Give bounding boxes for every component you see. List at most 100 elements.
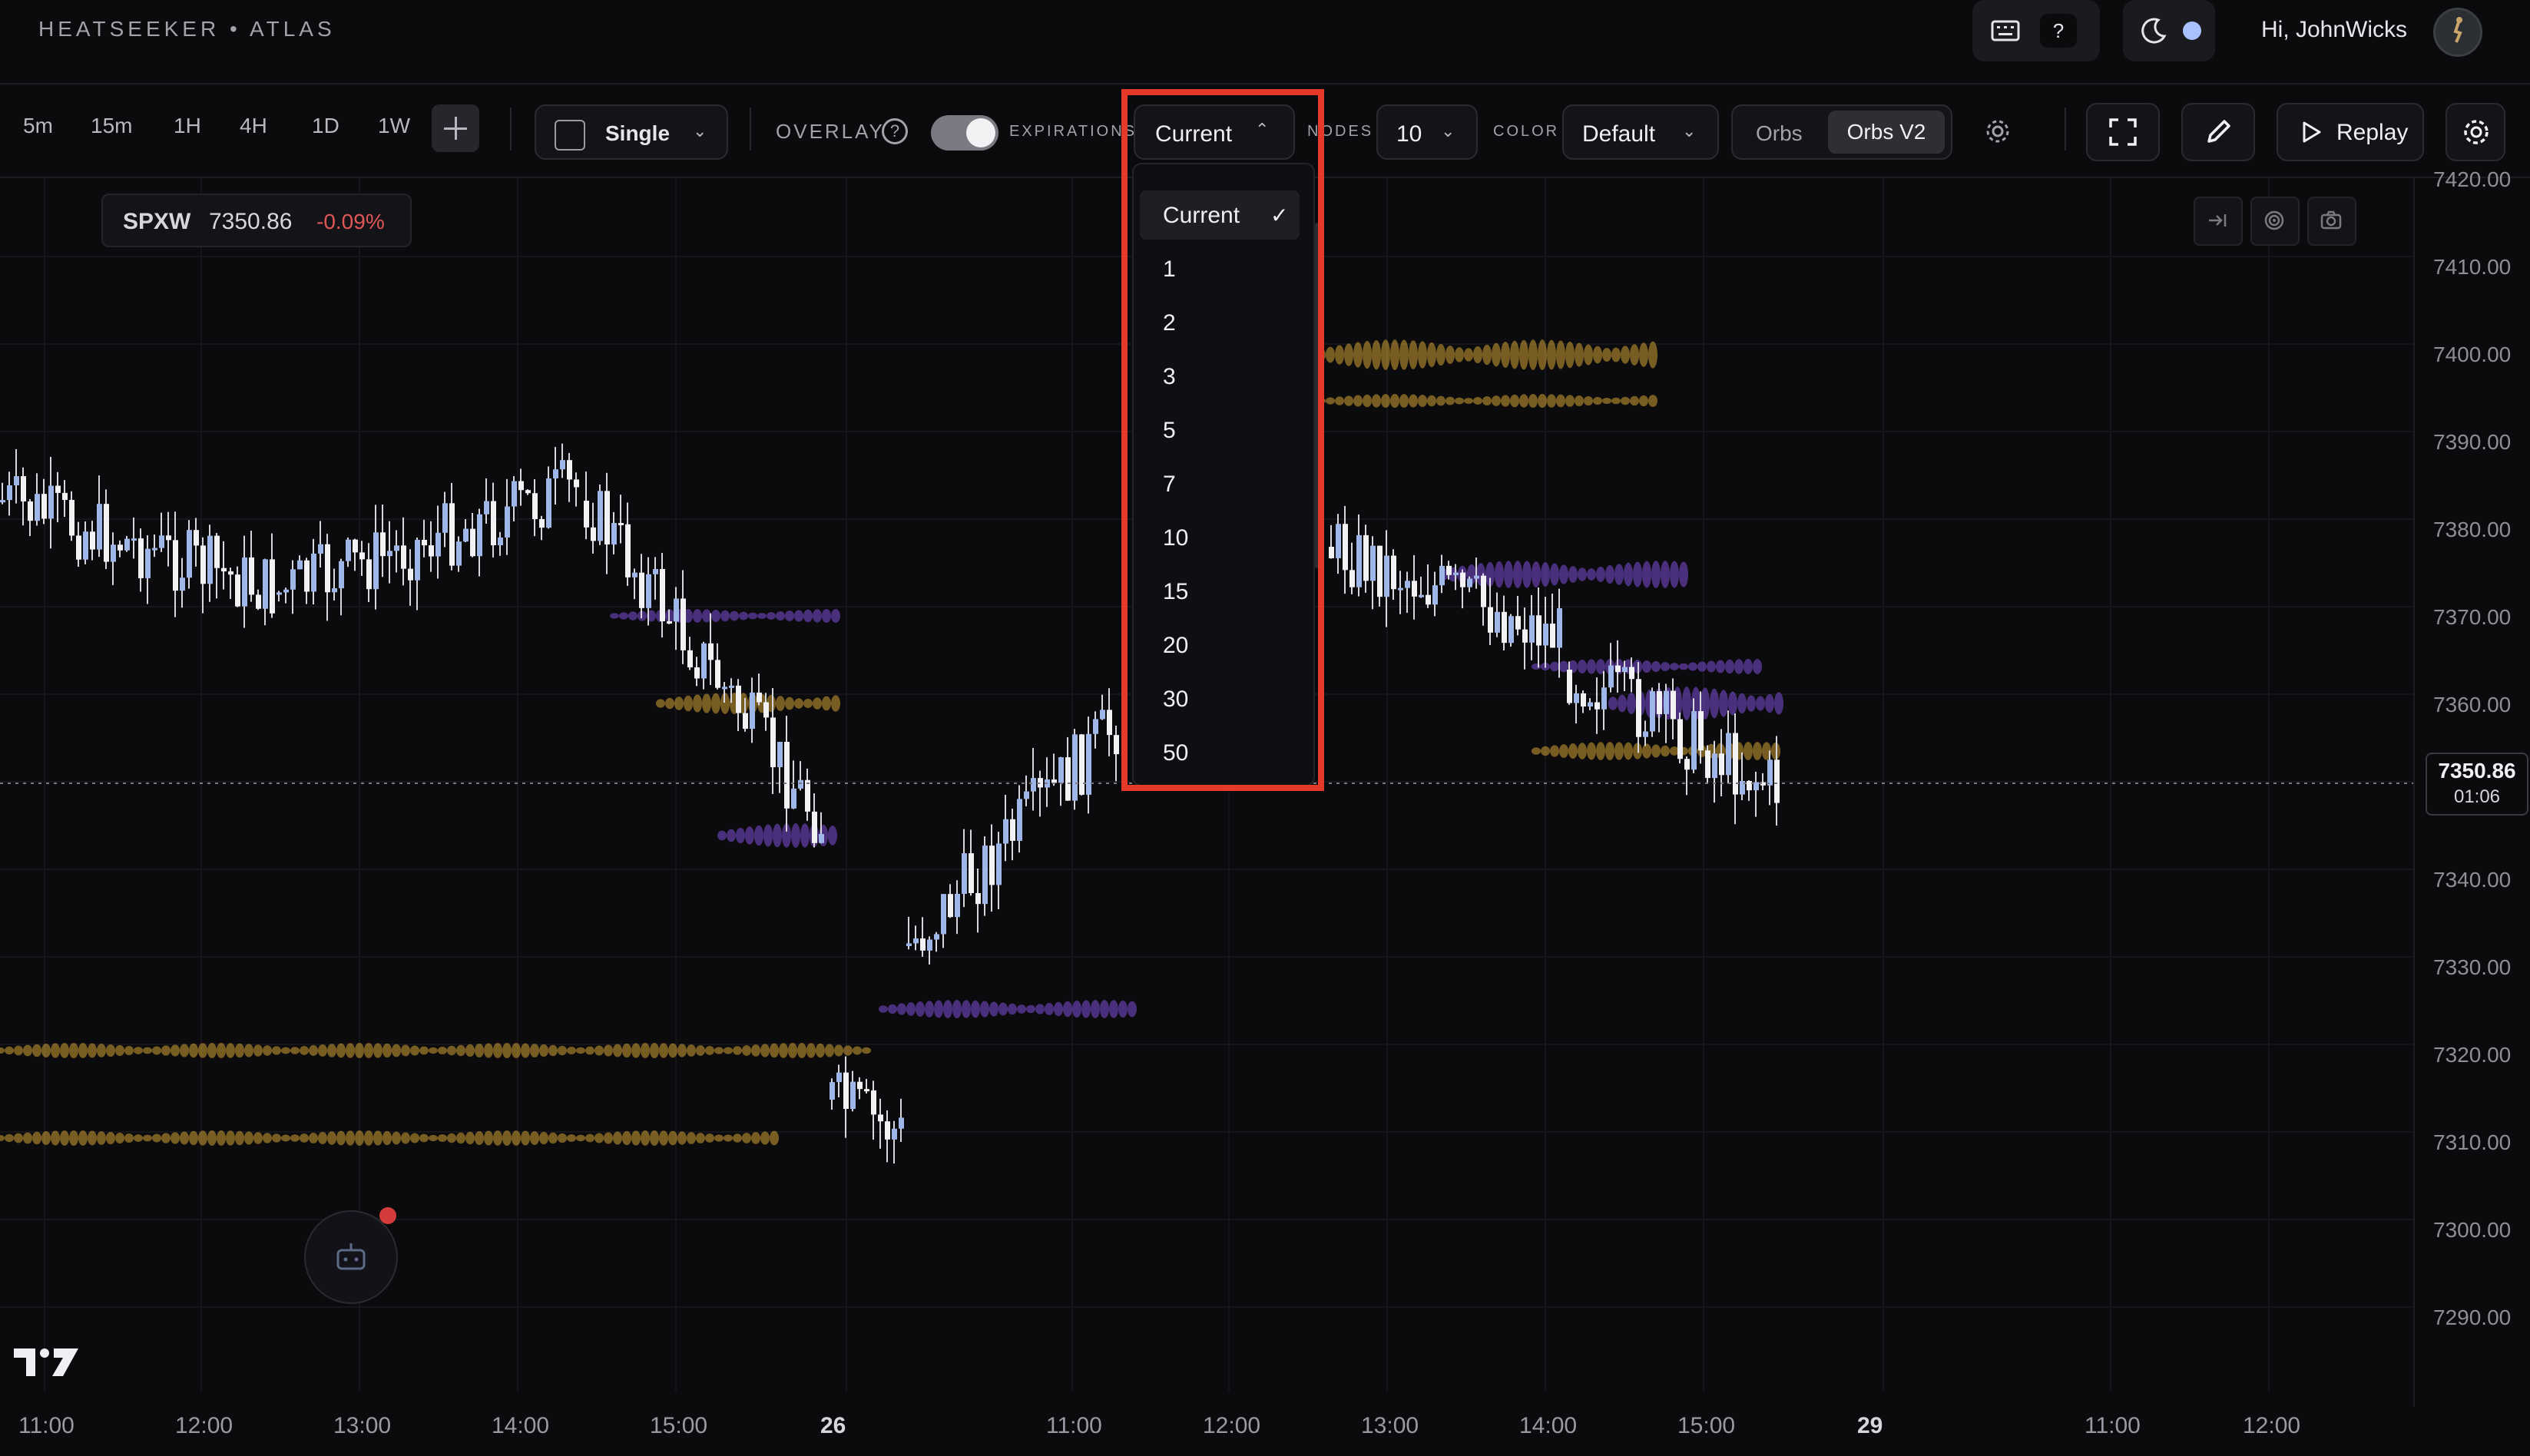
candle-body <box>892 1128 897 1140</box>
timeframe-15m[interactable]: 15m <box>91 114 132 138</box>
timeframe-5m[interactable]: 5m <box>23 114 53 138</box>
candle-body <box>83 531 88 560</box>
orb-node <box>585 1046 594 1055</box>
candle-body <box>830 1082 835 1100</box>
expiration-option[interactable]: 1 <box>1140 244 1300 293</box>
expiration-option[interactable]: 10 <box>1140 513 1300 562</box>
expiration-option[interactable]: 15 <box>1140 567 1300 616</box>
bar-countdown: 01:06 <box>2453 786 2501 807</box>
orb-node <box>392 1131 401 1145</box>
assistant-bot-button[interactable] <box>304 1210 398 1304</box>
draw-button[interactable] <box>2181 103 2255 161</box>
candle-body <box>1114 735 1119 755</box>
orb-node <box>300 1046 309 1055</box>
overlay-toggle[interactable] <box>931 115 998 151</box>
timeframe-1d[interactable]: 1D <box>312 114 339 138</box>
expiration-option[interactable]: 2 <box>1140 298 1300 347</box>
tradingview-logo-icon[interactable] <box>12 1342 80 1382</box>
view-option-orbs[interactable]: Orbs <box>1756 121 1803 146</box>
candle-body <box>1574 693 1579 703</box>
layout-mode-dropdown[interactable]: Single ⌄ <box>535 104 728 160</box>
target-button[interactable] <box>2250 197 2300 246</box>
orb-node <box>1427 342 1436 368</box>
question-icon[interactable]: ? <box>882 118 908 144</box>
orb-node <box>711 610 720 622</box>
time-axis-label: 12:00 <box>1203 1413 1261 1438</box>
orb-node <box>484 1130 493 1146</box>
orb-node <box>207 1043 217 1058</box>
expiration-option[interactable]: 30 <box>1140 674 1300 723</box>
candle-body <box>249 557 254 595</box>
orb-node <box>180 1131 189 1145</box>
expirations-dropdown[interactable]: Current ⌃ <box>1134 104 1295 160</box>
candle-body <box>927 939 932 951</box>
expiration-option[interactable]: 5 <box>1140 405 1300 455</box>
expiration-option[interactable]: 7 <box>1140 459 1300 508</box>
camera-icon <box>2320 210 2342 230</box>
expiration-option[interactable]: 3 <box>1140 352 1300 401</box>
ticker-change: -0.09% <box>316 210 385 233</box>
timeframe-1w[interactable]: 1W <box>378 114 410 138</box>
view-option-orbs-v2[interactable]: Orbs V2 <box>1828 111 1945 154</box>
expiration-option[interactable]: 20 <box>1140 620 1300 670</box>
scroll-to-latest-button[interactable] <box>2194 197 2243 246</box>
candle-body <box>512 481 517 507</box>
orb-node <box>736 827 745 844</box>
candle-body <box>1398 587 1403 591</box>
orb-node <box>785 697 794 710</box>
help-button[interactable]: ? <box>2040 14 2077 48</box>
candle-body <box>90 531 95 550</box>
timeframe-4h[interactable]: 4H <box>240 114 267 138</box>
candle-body <box>429 545 434 557</box>
orb-node <box>253 1044 263 1057</box>
play-icon <box>2303 121 2321 143</box>
candle-body <box>463 528 469 542</box>
orb-node <box>134 1047 143 1054</box>
orb-node <box>32 1131 41 1145</box>
replay-button[interactable]: Replay <box>2277 103 2424 161</box>
screenshot-button[interactable] <box>2307 197 2356 246</box>
gear-icon[interactable] <box>1983 117 2012 146</box>
candle-body <box>1024 791 1029 799</box>
orb-node <box>800 823 810 848</box>
orb-node <box>189 1043 198 1058</box>
orb-node <box>1578 659 1587 674</box>
candle-body <box>1643 731 1648 737</box>
orb-node <box>1596 742 1605 760</box>
view-mode-segmented: Orbs Orbs V2 <box>1731 104 1952 160</box>
expiration-option[interactable]: 50 <box>1140 728 1300 777</box>
candle-body <box>21 476 26 501</box>
avatar[interactable] <box>2433 8 2482 57</box>
expiration-option[interactable]: Current ✓ <box>1140 190 1300 240</box>
candle-body <box>35 494 40 521</box>
orb-node <box>916 1001 925 1017</box>
timeframe-1h[interactable]: 1H <box>174 114 201 138</box>
orb-node <box>5 1046 14 1055</box>
orb-node <box>650 1043 659 1058</box>
orb-node <box>1605 742 1614 760</box>
orb-node <box>693 694 702 713</box>
nodes-dropdown[interactable]: 10 ⌄ <box>1376 104 1478 160</box>
fullscreen-button[interactable] <box>2086 103 2160 161</box>
keyboard-icon[interactable] <box>1989 17 2022 45</box>
theme-toggle[interactable] <box>2123 0 2215 61</box>
orb-node <box>613 1044 622 1057</box>
candle-body <box>1622 667 1628 673</box>
orb-node <box>816 1043 825 1058</box>
candle-body <box>850 1081 856 1110</box>
orb-node <box>1648 341 1657 369</box>
orb-node <box>171 1044 180 1057</box>
candle-body <box>1003 819 1008 844</box>
orb-node <box>696 1045 705 1056</box>
settings-button[interactable] <box>2446 103 2505 161</box>
menu-scrollbar[interactable] <box>1315 223 1320 568</box>
orb-node <box>567 1134 576 1142</box>
time-axis[interactable]: 11:00 12:00 13:00 14:00 15:00 26 11:00 12:00 13:… <box>0 1402 2413 1456</box>
add-timeframe-button[interactable] <box>432 104 479 152</box>
candle-body <box>1712 753 1717 779</box>
orb-node <box>696 1133 705 1143</box>
color-dropdown[interactable]: Default ⌄ <box>1562 104 1719 160</box>
time-axis-label: 12:00 <box>2243 1413 2301 1438</box>
orb-node <box>88 1043 97 1058</box>
orb-node <box>739 611 748 620</box>
